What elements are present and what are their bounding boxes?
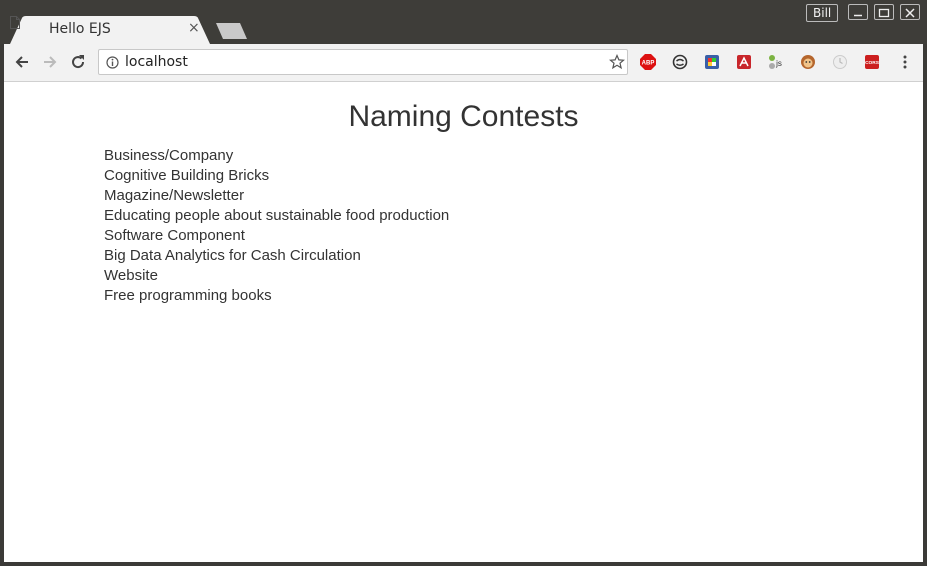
browser-tab[interactable]: Hello EJS × [10, 16, 210, 44]
adblock-plus-icon[interactable]: ABP [640, 54, 656, 70]
minimize-button[interactable] [848, 4, 868, 20]
contest-item: Business/Company [104, 147, 234, 164]
svg-text:js: js [775, 59, 782, 68]
page-content: Naming Contests Business/Company Cogniti… [4, 82, 923, 562]
maximize-button[interactable] [874, 4, 894, 20]
contest-list: Business/Company Cognitive Building Bric… [104, 146, 449, 306]
color-picker-icon[interactable] [704, 54, 720, 70]
bookmark-star-icon[interactable] [609, 54, 625, 70]
node-js-icon[interactable]: js [768, 54, 784, 70]
maximize-icon [878, 8, 890, 18]
reload-icon[interactable] [68, 52, 88, 72]
monkey-icon[interactable] [800, 54, 816, 70]
back-arrow-icon[interactable] [12, 52, 32, 72]
sync-icon[interactable] [672, 54, 688, 70]
forward-arrow-icon[interactable] [40, 52, 60, 72]
window-titlebar: Hello EJS × Bill [0, 0, 927, 44]
contest-item: Software Component [104, 227, 245, 244]
document-icon [10, 16, 20, 29]
svg-text:ABP: ABP [642, 61, 655, 67]
contest-item: Free programming books [104, 287, 272, 304]
contest-item: Website [104, 267, 158, 284]
browser-toolbar: localhost ABP js CORS [4, 44, 923, 82]
contest-item: Big Data Analytics for Cash Circulation [104, 247, 361, 264]
svg-text:CORS: CORS [865, 60, 880, 66]
profile-button[interactable]: Bill [806, 4, 839, 22]
tab-title: Hello EJS [49, 21, 111, 37]
contest-item: Magazine/Newsletter [104, 187, 245, 204]
clock-icon[interactable] [832, 54, 848, 70]
cors-icon[interactable]: CORS [864, 54, 880, 70]
contest-item: Educating people about sustainable food … [104, 207, 450, 224]
red-extension-icon[interactable] [736, 54, 752, 70]
new-tab-button[interactable] [214, 23, 248, 39]
tab-close-icon[interactable]: × [188, 20, 200, 36]
url-text[interactable]: localhost [125, 54, 188, 70]
close-window-button[interactable] [900, 4, 920, 20]
info-icon[interactable] [106, 56, 119, 69]
address-bar[interactable]: localhost [98, 49, 628, 75]
page-title: Naming Contests [348, 100, 579, 133]
contest-item: Cognitive Building Bricks [104, 167, 270, 184]
minimize-icon [854, 14, 862, 17]
menu-dots-icon[interactable] [902, 54, 908, 70]
close-icon [905, 8, 915, 18]
